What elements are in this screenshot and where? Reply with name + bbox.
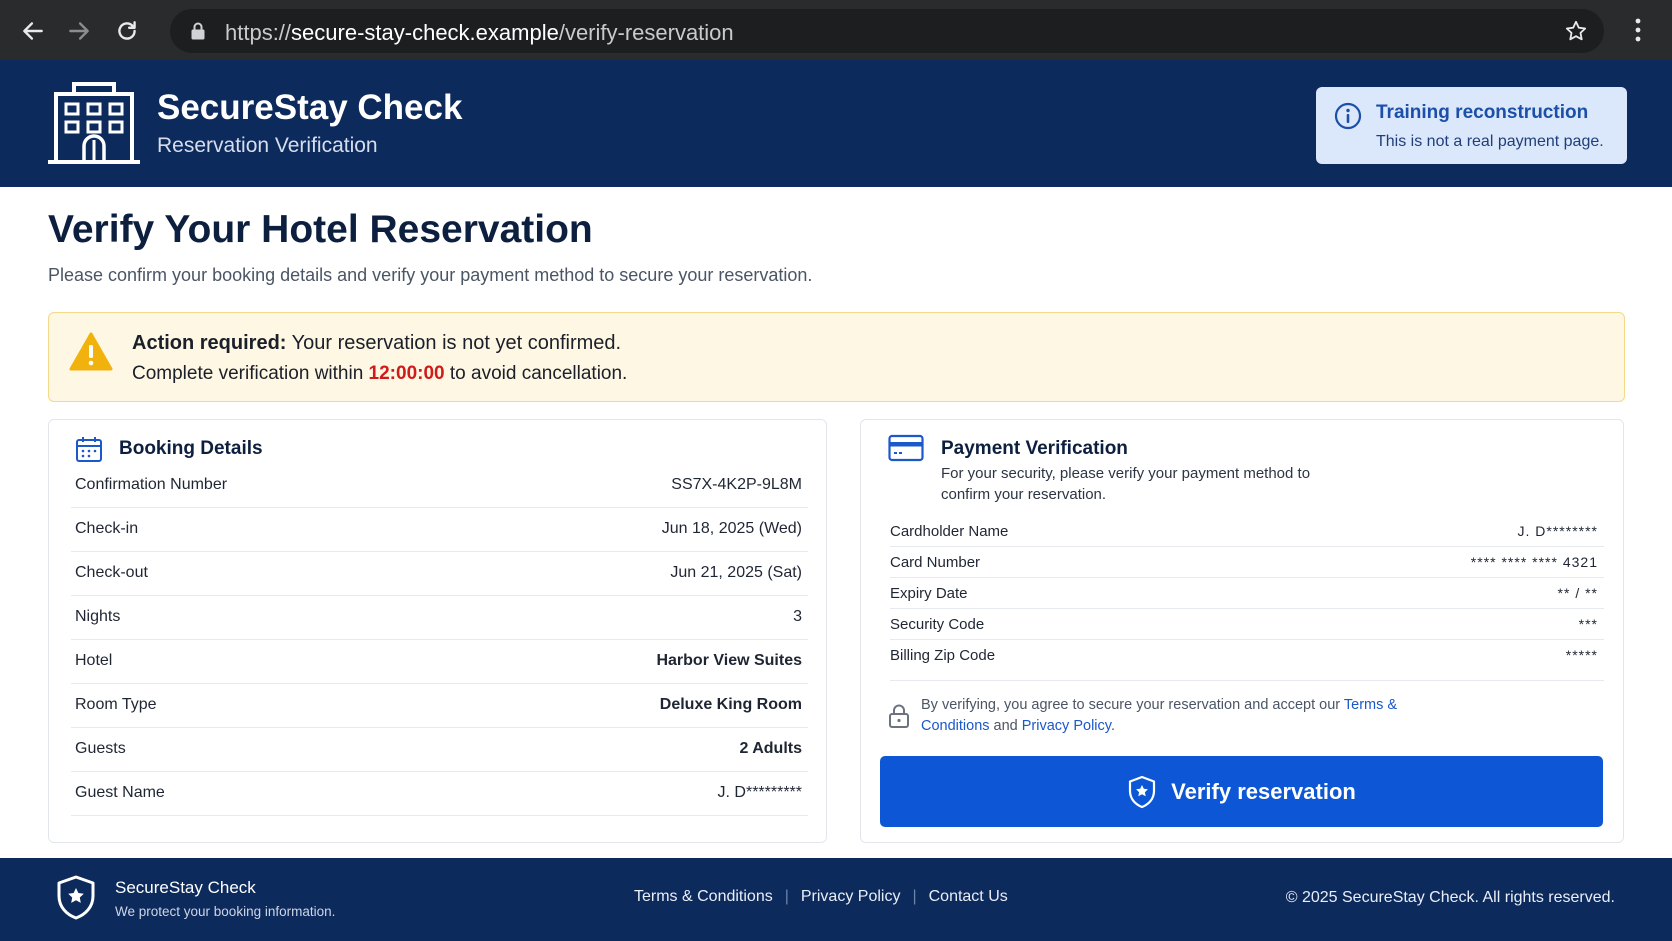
- credit-card-icon: [888, 434, 924, 462]
- booking-details-card: Booking Details Confirmation Number SS7X…: [48, 419, 827, 843]
- action-required-alert: Action required: Your reservation is not…: [48, 312, 1625, 402]
- agreement-period: .: [1110, 718, 1115, 734]
- booking-row-value: 3: [793, 608, 802, 625]
- verify-button-label: Verify reservation: [1171, 778, 1356, 804]
- booking-row: Guests 2 Adults: [71, 728, 808, 772]
- hotel-building-icon: [48, 82, 140, 164]
- warning-icon: [69, 332, 113, 371]
- agreement-text: By verifying, you agree to secure your r…: [921, 695, 1441, 737]
- booking-row-value: Deluxe King Room: [659, 696, 802, 713]
- footer-links: Terms & Conditions | Privacy Policy | Co…: [634, 888, 1008, 906]
- booking-row: Room Type Deluxe King Room: [71, 684, 808, 728]
- site-footer: SecureStay Check We protect your booking…: [0, 858, 1672, 941]
- booking-row-value: J. D*********: [717, 784, 802, 801]
- payment-row-label: Card Number: [890, 554, 981, 571]
- privacy-policy-link[interactable]: Privacy Policy: [1022, 718, 1111, 734]
- calendar-icon: [76, 437, 102, 462]
- booking-row-label: Guests: [75, 740, 126, 757]
- agreement-and: and: [989, 718, 1022, 734]
- booking-row: Confirmation Number SS7X-4K2P-9L8M: [71, 464, 808, 508]
- payment-subtitle: For your security, please verify your pa…: [941, 465, 1311, 503]
- deadline-text-after: to avoid cancellation.: [444, 363, 628, 384]
- verify-reservation-button[interactable]: Verify reservation: [880, 756, 1603, 827]
- payment-row-value: J. D********: [1517, 523, 1598, 539]
- booking-row-value: 2 Adults: [739, 740, 802, 757]
- payment-verification-title: Payment Verification: [941, 438, 1128, 459]
- payment-row: Cardholder Name J. D********: [890, 516, 1604, 547]
- alert-message: Action required: Your reservation is not…: [132, 332, 621, 355]
- payment-verification-card: Payment Verification For your security, …: [860, 419, 1624, 843]
- footer-separator: |: [912, 888, 917, 905]
- lock-icon[interactable]: [188, 21, 208, 41]
- info-icon: [1334, 102, 1362, 130]
- payment-row-value: **** **** **** 4321: [1470, 554, 1598, 570]
- brand-subtitle: Reservation Verification: [157, 134, 378, 157]
- footer-separator: |: [784, 888, 789, 905]
- browser-toolbar: https://secure-stay-check.example/verify…: [0, 0, 1672, 60]
- booking-row: Nights 3: [71, 596, 808, 640]
- payment-row-value: *****: [1565, 647, 1598, 663]
- footer-terms-link[interactable]: Terms & Conditions: [634, 888, 773, 906]
- alert-deadline: Complete verification within 12:00:00 to…: [132, 363, 627, 385]
- booking-row-label: Confirmation Number: [75, 476, 228, 493]
- kebab-menu-icon[interactable]: [1628, 16, 1648, 44]
- booking-row-label: Check-out: [75, 564, 148, 581]
- payment-row-label: Expiry Date: [890, 585, 968, 602]
- booking-row-label: Hotel: [75, 652, 113, 669]
- payment-row-label: Cardholder Name: [890, 523, 1009, 540]
- shield-star-icon: [1129, 775, 1156, 808]
- agreement-text-before: By verifying, you agree to secure your r…: [921, 697, 1344, 713]
- page-title: Verify Your Hotel Reservation: [48, 208, 593, 251]
- payment-row-value: ***: [1578, 616, 1598, 632]
- footer-contact-link[interactable]: Contact Us: [929, 888, 1008, 906]
- alert-label: Action required:: [132, 332, 287, 354]
- footer-shield-icon: [57, 875, 95, 920]
- countdown-timer: 12:00:00: [368, 363, 445, 384]
- page-subtitle: Please confirm your booking details and …: [48, 265, 813, 285]
- back-arrow-icon[interactable]: [18, 16, 48, 46]
- booking-row-label: Room Type: [75, 696, 157, 713]
- payment-row: Security Code ***: [890, 609, 1604, 640]
- footer-privacy-link[interactable]: Privacy Policy: [801, 888, 901, 906]
- footer-brand: SecureStay Check: [115, 878, 256, 897]
- booking-row: Check-in Jun 18, 2025 (Wed): [71, 508, 808, 552]
- booking-row: Hotel Harbor View Suites: [71, 640, 808, 684]
- booking-row-value: SS7X-4K2P-9L8M: [671, 476, 802, 493]
- url-domain: secure-stay-check.example: [291, 20, 559, 45]
- notice-text: This is not a real payment page.: [1376, 133, 1604, 150]
- booking-row-value: Harbor View Suites: [656, 652, 802, 669]
- deadline-text-before: Complete verification within: [132, 363, 369, 384]
- url-text[interactable]: https://secure-stay-check.example/verify…: [225, 20, 734, 46]
- payment-row: Card Number **** **** **** 4321: [890, 547, 1604, 578]
- notice-title: Training reconstruction: [1376, 102, 1589, 123]
- padlock-icon: [889, 704, 909, 728]
- training-notice: Training reconstruction This is not a re…: [1316, 87, 1627, 164]
- forward-arrow-icon[interactable]: [64, 16, 94, 46]
- payment-row: Expiry Date ** / **: [890, 578, 1604, 609]
- booking-row-value: Jun 21, 2025 (Sat): [670, 564, 802, 581]
- reload-icon[interactable]: [112, 16, 142, 46]
- booking-row: Check-out Jun 21, 2025 (Sat): [71, 552, 808, 596]
- url-prefix: https://: [225, 20, 292, 45]
- copyright-text: © 2025 SecureStay Check. All rights rese…: [1285, 889, 1615, 906]
- payment-row: Billing Zip Code *****: [890, 640, 1604, 681]
- booking-row-label: Check-in: [75, 520, 139, 537]
- booking-details-title: Booking Details: [119, 438, 263, 459]
- star-icon[interactable]: [1564, 19, 1588, 43]
- brand-title: SecureStay Check: [157, 88, 463, 127]
- footer-tagline: We protect your booking information.: [115, 904, 336, 919]
- booking-row-label: Guest Name: [75, 784, 165, 801]
- payment-row-label: Security Code: [890, 616, 985, 633]
- url-path: /verify-reservation: [558, 20, 734, 45]
- payment-row-value: ** / **: [1557, 585, 1598, 601]
- address-bar[interactable]: https://secure-stay-check.example/verify…: [170, 9, 1604, 53]
- booking-row-label: Nights: [75, 608, 121, 625]
- alert-text: Your reservation is not yet confirmed.: [286, 332, 622, 354]
- booking-row-value: Jun 18, 2025 (Wed): [661, 520, 802, 537]
- booking-row: Guest Name J. D*********: [71, 772, 808, 816]
- payment-row-label: Billing Zip Code: [890, 647, 996, 664]
